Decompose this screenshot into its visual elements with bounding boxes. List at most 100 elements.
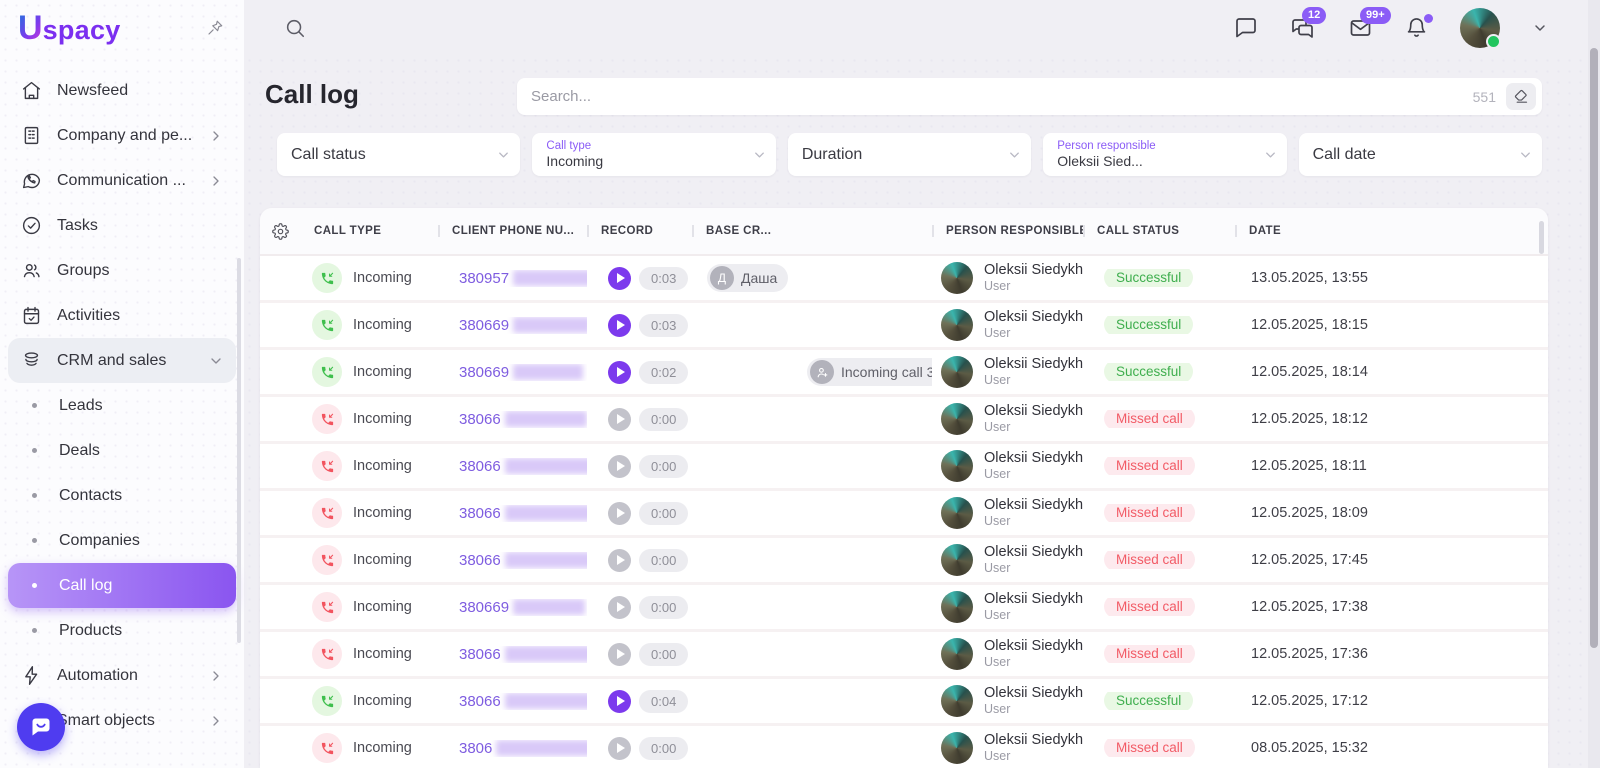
play-record-button[interactable] bbox=[608, 267, 631, 290]
incoming-call-icon bbox=[312, 498, 342, 528]
person-responsible-cell[interactable]: Oleksii Siedykh User bbox=[932, 309, 1083, 341]
mail-icon[interactable]: 99+ bbox=[1348, 16, 1373, 40]
play-record-button[interactable] bbox=[608, 643, 631, 666]
table-row[interactable]: Incoming 380669 0:02 Incoming call 3 Ole… bbox=[260, 350, 1548, 394]
play-record-button[interactable] bbox=[608, 596, 631, 619]
filter-call-date[interactable]: Call date bbox=[1299, 133, 1542, 176]
column-header[interactable]: CLIENT PHONE NU... bbox=[438, 225, 587, 237]
sidebar-item-contacts[interactable]: Contacts bbox=[8, 473, 236, 518]
sidebar-item-automation[interactable]: Automation bbox=[8, 653, 236, 698]
table-row[interactable]: Incoming 38066 0:00 Oleksii Siedykh User… bbox=[260, 538, 1548, 582]
play-record-button[interactable] bbox=[608, 502, 631, 525]
sidebar-item-call-log[interactable]: Call log bbox=[8, 563, 236, 608]
bell-icon[interactable] bbox=[1405, 16, 1428, 40]
page-scrollbar-thumb[interactable] bbox=[1590, 48, 1598, 648]
filter-person-responsible[interactable]: Person responsible Oleksii Sied... bbox=[1043, 133, 1286, 176]
sidebar-item-tasks[interactable]: Tasks bbox=[8, 203, 236, 248]
play-record-button[interactable] bbox=[608, 737, 631, 760]
user-avatar[interactable] bbox=[1460, 8, 1500, 48]
global-search-icon[interactable] bbox=[284, 17, 306, 39]
client-phone-link[interactable]: 38066 bbox=[438, 458, 587, 475]
sidebar-item-company-and-people[interactable]: Company and pe... bbox=[8, 113, 236, 158]
client-phone-link[interactable]: 38066 bbox=[438, 693, 587, 710]
client-phone-link[interactable]: 38066 bbox=[438, 552, 587, 569]
client-phone-link[interactable]: 380669 bbox=[438, 599, 587, 616]
play-record-button[interactable] bbox=[608, 455, 631, 478]
client-phone-link[interactable]: 380957 bbox=[438, 270, 587, 287]
person-responsible-cell[interactable]: Oleksii Siedykh User bbox=[932, 497, 1083, 529]
column-header[interactable]: BASE CR... bbox=[692, 225, 932, 237]
table-settings-gear-icon[interactable] bbox=[260, 223, 300, 240]
table-row[interactable]: Incoming 38066 0:00 Oleksii Siedykh User… bbox=[260, 632, 1548, 676]
table-row[interactable]: Incoming 38066 0:04 Oleksii Siedykh User… bbox=[260, 679, 1548, 723]
column-header[interactable]: CALL STATUS bbox=[1083, 225, 1235, 237]
client-phone-link[interactable]: 38066 bbox=[438, 411, 587, 428]
column-header[interactable]: CALL TYPE bbox=[300, 225, 438, 237]
sidebar-item-groups[interactable]: Groups bbox=[8, 248, 236, 293]
person-responsible-cell[interactable]: Oleksii Siedykh User bbox=[932, 450, 1083, 482]
filter-label: Call type bbox=[546, 140, 745, 152]
search-input[interactable] bbox=[531, 88, 1473, 105]
person-role: User bbox=[984, 608, 1083, 623]
client-phone-link[interactable]: 3806 bbox=[438, 740, 587, 757]
table-row[interactable]: Incoming 3806 0:00 Oleksii Siedykh User … bbox=[260, 726, 1548, 768]
table-row[interactable]: Incoming 380669 0:00 Oleksii Siedykh Use… bbox=[260, 585, 1548, 629]
pin-sidebar-icon[interactable] bbox=[206, 19, 224, 37]
sidebar-scrollbar[interactable] bbox=[237, 258, 241, 643]
base-crm-chip[interactable]: Д Даша bbox=[707, 264, 788, 292]
person-responsible-cell[interactable]: Oleksii Siedykh User bbox=[932, 544, 1083, 576]
person-role: User bbox=[984, 326, 1083, 341]
column-header[interactable]: PERSON RESPONSIBLE bbox=[932, 225, 1083, 237]
filter-label: Call date bbox=[1313, 146, 1512, 164]
filter-call-status[interactable]: Call status bbox=[277, 133, 520, 176]
sidebar-item-newsfeed[interactable]: Newsfeed bbox=[8, 68, 236, 113]
client-phone-link[interactable]: 38066 bbox=[438, 505, 587, 522]
sidebar-item-activities[interactable]: Activities bbox=[8, 293, 236, 338]
person-responsible-cell[interactable]: Oleksii Siedykh User bbox=[932, 403, 1083, 435]
sidebar-item-companies[interactable]: Companies bbox=[8, 518, 236, 563]
client-phone-link[interactable]: 38066 bbox=[438, 646, 587, 663]
person-responsible-cell[interactable]: Oleksii Siedykh User bbox=[932, 638, 1083, 670]
table-row[interactable]: Incoming 38066 0:00 Oleksii Siedykh User… bbox=[260, 444, 1548, 488]
person-responsible-cell[interactable]: Oleksii Siedykh User bbox=[932, 685, 1083, 717]
play-record-button[interactable] bbox=[608, 549, 631, 572]
check-circle-icon bbox=[20, 215, 42, 237]
sidebar-item-deals[interactable]: Deals bbox=[8, 428, 236, 473]
play-record-button[interactable] bbox=[608, 408, 631, 431]
sidebar-item-leads[interactable]: Leads bbox=[8, 383, 236, 428]
table-row[interactable]: Incoming 38066 0:00 Oleksii Siedykh User… bbox=[260, 397, 1548, 441]
filter-call-type[interactable]: Call type Incoming bbox=[532, 133, 775, 176]
client-phone-link[interactable]: 380669 bbox=[438, 317, 587, 334]
base-crm-chip[interactable]: Incoming call 3 bbox=[807, 358, 932, 386]
column-header[interactable]: DATE bbox=[1235, 225, 1548, 237]
sidebar-item-products[interactable]: Products bbox=[8, 608, 236, 653]
sidebar-item-communication[interactable]: Communication ... bbox=[8, 158, 236, 203]
table-row[interactable]: Incoming 380957 0:03 Д Даша Oleksii Sied… bbox=[260, 256, 1548, 300]
play-record-button[interactable] bbox=[608, 314, 631, 337]
filter-duration[interactable]: Duration bbox=[788, 133, 1031, 176]
play-record-button[interactable] bbox=[608, 361, 631, 384]
play-record-button[interactable] bbox=[608, 690, 631, 713]
column-header[interactable]: RECORD bbox=[587, 225, 692, 237]
person-responsible-cell[interactable]: Oleksii Siedykh User bbox=[932, 591, 1083, 623]
table-scrollbar-thumb[interactable] bbox=[1539, 221, 1544, 254]
sidebar-item-crm-and-sales[interactable]: CRM and sales bbox=[8, 338, 236, 383]
person-responsible-cell[interactable]: Oleksii Siedykh User bbox=[932, 262, 1083, 294]
comment-icon[interactable] bbox=[1234, 16, 1258, 40]
call-type-label: Incoming bbox=[353, 552, 412, 568]
person-responsible-cell[interactable]: Oleksii Siedykh User bbox=[932, 356, 1083, 388]
page-scrollbar[interactable] bbox=[1588, 0, 1600, 768]
client-phone-link[interactable]: 380669 bbox=[438, 364, 587, 381]
account-menu-chevron-icon[interactable] bbox=[1532, 20, 1548, 36]
support-chat-button[interactable] bbox=[17, 703, 65, 751]
sidebar-item-label: Communication ... bbox=[57, 172, 186, 190]
call-status-badge: Successful bbox=[1104, 316, 1193, 334]
table-row[interactable]: Incoming 380669 0:03 Oleksii Siedykh Use… bbox=[260, 303, 1548, 347]
person-responsible-cell[interactable]: Oleksii Siedykh User bbox=[932, 732, 1083, 764]
phone-number: 38066 bbox=[459, 411, 501, 428]
phone-number: 3806 bbox=[459, 740, 492, 757]
chats-icon[interactable]: 12 bbox=[1290, 16, 1316, 40]
table-row[interactable]: Incoming 38066 0:00 Oleksii Siedykh User… bbox=[260, 491, 1548, 535]
uspacy-logo[interactable]: U spacy bbox=[18, 11, 121, 46]
clear-search-button[interactable] bbox=[1506, 83, 1536, 110]
